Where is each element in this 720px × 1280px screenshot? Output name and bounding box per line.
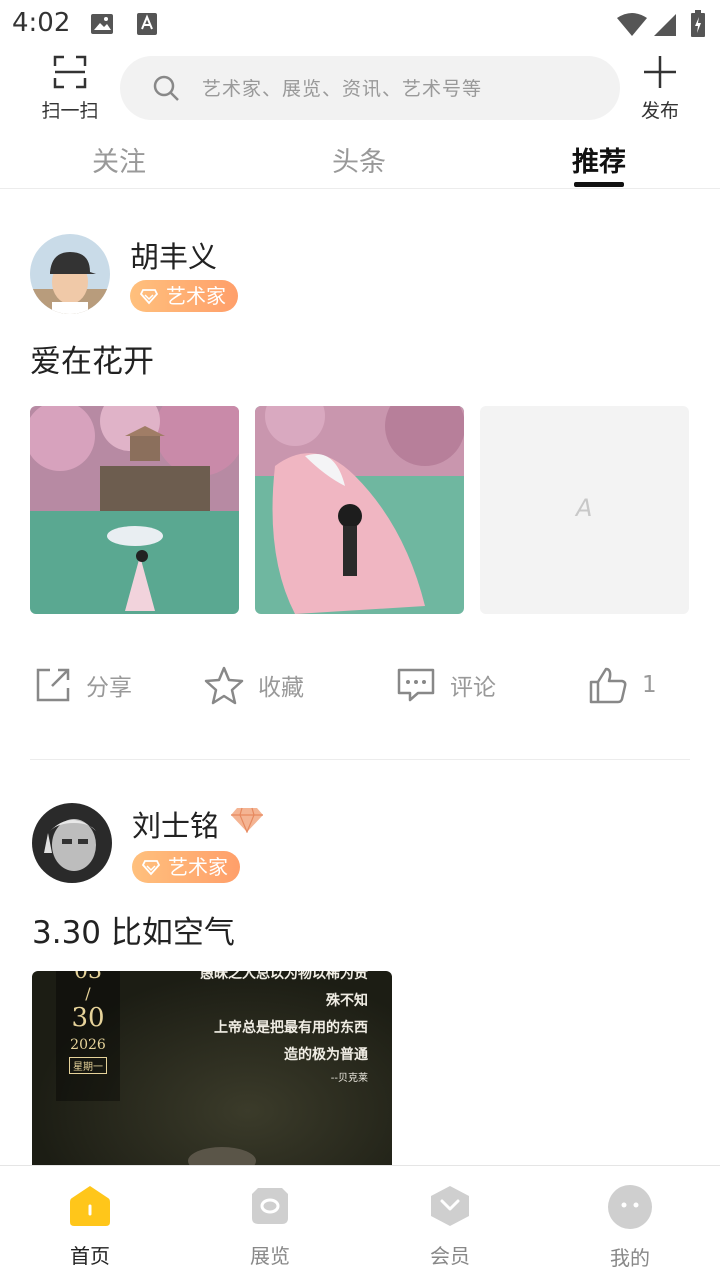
nav-home-label: 首页 xyxy=(70,1244,110,1268)
share-label: 分享 xyxy=(86,675,132,701)
comment-icon xyxy=(397,668,435,702)
nav-profile[interactable]: 我的 xyxy=(580,1184,680,1271)
post-image[interactable] xyxy=(255,406,464,614)
date-block: 03 / 30 2026 星期一 xyxy=(56,971,120,1101)
quote-line: 殊不知 xyxy=(326,993,368,1009)
font-app-icon xyxy=(137,13,157,35)
top-bar: 扫一扫 艺术家、展览、资讯、艺术号等 发布 xyxy=(0,50,720,130)
membership-icon xyxy=(431,1186,469,1226)
diamond-icon xyxy=(142,860,160,876)
tab-follow[interactable]: 关注 xyxy=(92,140,146,179)
quote-line: 愚昧之人总以为物以稀为贵 xyxy=(200,971,368,982)
like-button[interactable]: 1 xyxy=(588,660,657,710)
date-weekday: 星期一 xyxy=(69,1057,107,1074)
search-placeholder: 艺术家、展览、资讯、艺术号等 xyxy=(202,78,483,100)
quote-line: 造的极为普通 xyxy=(284,1047,368,1063)
author-name[interactable]: 胡丰义 xyxy=(130,234,217,276)
bottom-nav: 首页 展览 会员 我的 xyxy=(0,1165,720,1280)
exhibition-icon xyxy=(252,1188,288,1224)
feed-post[interactable]: 胡丰义 艺术家 爱在花开 A 分享 收藏 评论 1 xyxy=(30,232,690,732)
badge-label: 艺术家 xyxy=(168,855,228,879)
post-title[interactable]: 3.30 比如空气 xyxy=(32,907,235,952)
nav-home[interactable]: 首页 xyxy=(40,1184,140,1269)
publish-button[interactable]: 发布 xyxy=(628,54,692,123)
artist-badge: 艺术家 xyxy=(130,280,238,312)
date-day: 30 xyxy=(71,1003,105,1033)
like-count: 1 xyxy=(642,672,657,698)
diamond-level-icon xyxy=(231,807,263,833)
scan-label: 扫一扫 xyxy=(41,100,99,122)
nav-profile-label: 我的 xyxy=(610,1246,650,1270)
post-image[interactable] xyxy=(30,406,239,614)
plus-icon xyxy=(644,56,676,88)
scan-button[interactable]: 扫一扫 xyxy=(30,54,110,123)
thumbs-up-icon xyxy=(589,667,627,704)
feed-post[interactable]: 刘士铭 艺术家 3.30 比如空气 03 / 30 2026 星期一 愚昧之人总… xyxy=(32,803,692,1165)
nav-exhibition-label: 展览 xyxy=(250,1244,290,1268)
wifi-icon xyxy=(617,13,647,36)
scan-icon xyxy=(53,55,87,89)
star-icon xyxy=(204,666,244,705)
post-title[interactable]: 爱在花开 xyxy=(30,336,154,381)
date-month: 03 xyxy=(74,971,102,984)
comment-label: 评论 xyxy=(450,675,496,701)
nav-membership-label: 会员 xyxy=(430,1244,470,1268)
date-slash: / xyxy=(85,984,91,1003)
profile-icon xyxy=(608,1185,652,1229)
tab-recommend[interactable]: 推荐 xyxy=(572,140,626,179)
diamond-icon xyxy=(140,289,158,305)
image-placeholder-glyph: A xyxy=(576,494,593,522)
nav-membership[interactable]: 会员 xyxy=(400,1184,500,1269)
feed-tabs: 关注 头条 推荐 xyxy=(0,130,720,189)
post-divider xyxy=(30,759,690,760)
active-tab-indicator xyxy=(574,182,624,187)
tab-headlines[interactable]: 头条 xyxy=(332,140,386,179)
post-image[interactable]: 03 / 30 2026 星期一 愚昧之人总以为物以稀为贵 殊不知 上帝总是把最… xyxy=(32,971,392,1165)
cell-signal-icon xyxy=(654,14,676,36)
author-name[interactable]: 刘士铭 xyxy=(132,803,219,845)
search-icon xyxy=(153,75,179,101)
quote-attribution: --贝克莱 xyxy=(330,1073,368,1084)
date-year: 2026 xyxy=(70,1037,106,1053)
battery-icon xyxy=(691,10,705,37)
favorite-label: 收藏 xyxy=(258,675,304,701)
quote-line: 上帝总是把最有用的东西 xyxy=(214,1020,368,1036)
share-button[interactable]: 分享 xyxy=(34,660,132,710)
badge-label: 艺术家 xyxy=(166,284,226,308)
publish-label: 发布 xyxy=(640,100,679,122)
avatar[interactable] xyxy=(30,234,110,314)
avatar[interactable] xyxy=(32,803,112,883)
nav-exhibition[interactable]: 展览 xyxy=(220,1184,320,1269)
status-bar: 4:02 xyxy=(0,0,720,50)
share-icon xyxy=(36,668,70,702)
artifact-shape xyxy=(188,1147,256,1165)
comment-button[interactable]: 评论 xyxy=(396,660,496,710)
artist-badge: 艺术家 xyxy=(132,851,240,883)
favorite-button[interactable]: 收藏 xyxy=(204,660,304,710)
status-time: 4:02 xyxy=(12,8,71,38)
post-actions: 分享 收藏 评论 1 xyxy=(30,660,690,710)
quote-block: 愚昧之人总以为物以稀为贵 殊不知 上帝总是把最有用的东西 造的极为普通 --贝克… xyxy=(200,971,368,1089)
home-icon xyxy=(70,1186,110,1226)
gallery-icon xyxy=(91,14,113,34)
search-input[interactable]: 艺术家、展览、资讯、艺术号等 xyxy=(120,56,620,120)
post-image-placeholder[interactable]: A xyxy=(480,406,689,614)
